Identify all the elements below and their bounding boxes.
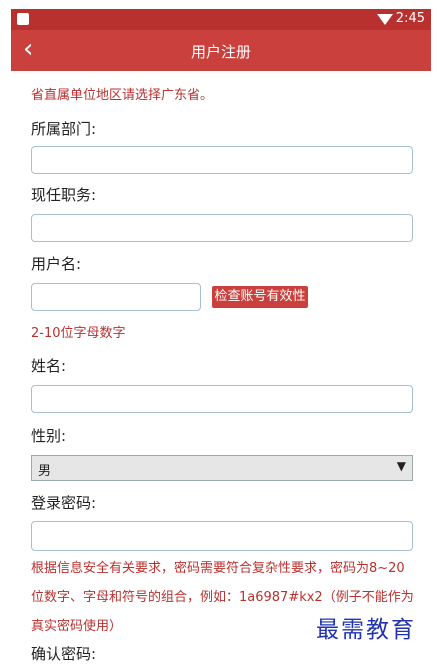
status-bar: 2:45 (11, 9, 431, 30)
position-field[interactable] (31, 214, 413, 242)
username-field[interactable] (31, 283, 201, 311)
dropdown-arrow-icon: ▼ (396, 459, 406, 473)
page-title: 用户注册 (190, 43, 251, 61)
password-label: 登录密码: (31, 494, 97, 512)
gender-select[interactable]: 男 ▼ (31, 455, 413, 481)
name-label: 姓名: (31, 357, 67, 375)
check-username-button[interactable]: 检查账号有效性 (212, 286, 308, 308)
gender-value: 男 (38, 464, 52, 479)
wifi-icon (377, 14, 393, 25)
confirm-password-label: 确认密码: (31, 645, 97, 663)
password-field[interactable] (31, 521, 413, 551)
region-notice: 省直属单位地区请选择广东省。 (31, 88, 214, 103)
position-label: 现任职务: (31, 186, 97, 204)
username-label: 用户名: (31, 255, 82, 273)
notification-icon (17, 13, 29, 25)
username-hint: 2-10位字母数字 (31, 326, 126, 341)
watermark: 最需教育 (316, 617, 416, 643)
department-label: 所属部门: (31, 120, 97, 138)
gender-label: 性别: (31, 427, 67, 445)
name-field[interactable] (31, 385, 413, 413)
department-field[interactable] (31, 146, 413, 174)
status-time: 2:45 (395, 11, 425, 26)
nav-bar: ‹ 用户注册 (11, 30, 431, 71)
